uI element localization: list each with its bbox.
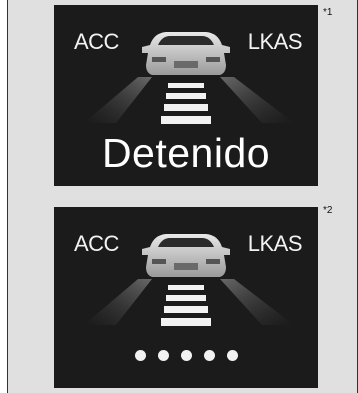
- lkas-label: LKAS: [247, 231, 303, 256]
- acc-label: ACC: [74, 231, 119, 256]
- standby-indicator-dots: [54, 348, 318, 366]
- acc-label: ACC: [74, 29, 119, 54]
- display-panel-standby: ACC LKAS: [54, 207, 318, 388]
- display-panel-stopped: ACC LKAS Detenido: [54, 5, 318, 186]
- indicator-dot: [157, 350, 169, 361]
- indicator-dot: [134, 350, 146, 361]
- footnote-marker-1: *1: [323, 7, 333, 18]
- indicator-dot: [180, 350, 192, 361]
- lkas-label: LKAS: [247, 29, 303, 54]
- indicator-dot: [226, 350, 238, 361]
- status-text: Detenido: [101, 130, 271, 176]
- footnote-marker-2: *2: [323, 205, 333, 216]
- indicator-dot: [203, 350, 215, 361]
